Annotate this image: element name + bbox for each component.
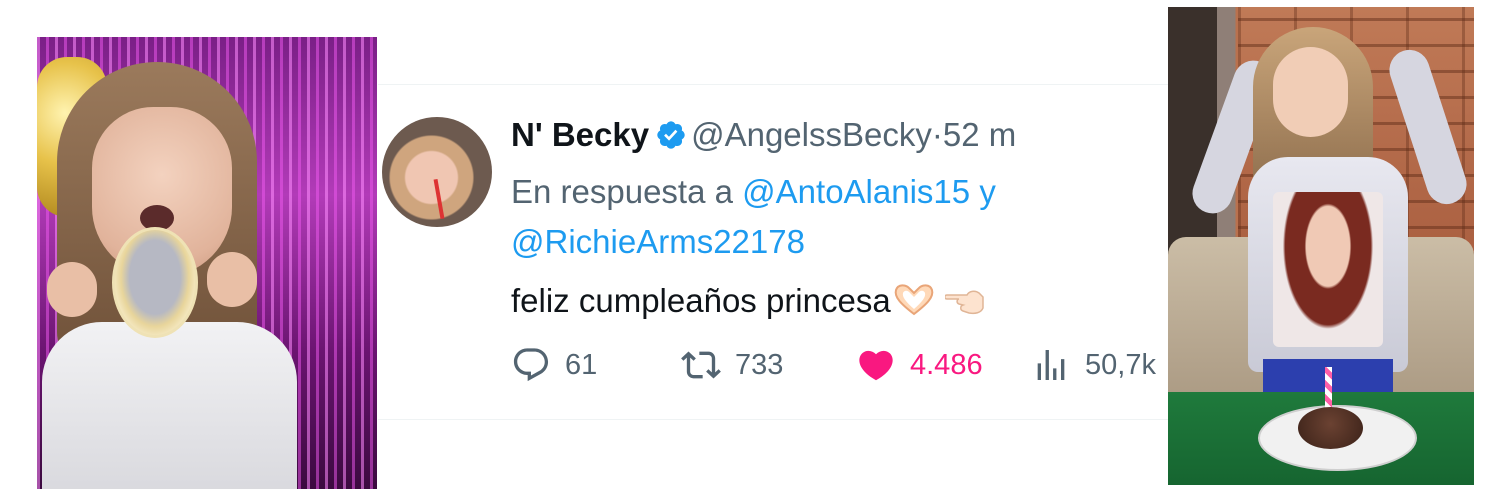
reply-count: 61 [565,348,598,381]
views-button[interactable]: 50,7k [1031,343,1156,387]
avatar[interactable] [382,117,492,227]
retweet-button[interactable]: 733 [681,343,783,387]
reply-mention-1[interactable]: @AntoAlanis15 [742,173,970,210]
reply-joiner: y [979,173,996,210]
retweet-icon [681,351,721,379]
user-handle[interactable]: @AngelssBecky [691,116,932,153]
tweet-actions: 61 733 4.486 50,7k [511,343,1171,387]
reply-prefix: En respuesta a [511,173,733,210]
heart-hands-emoji-icon [894,284,934,316]
reply-button[interactable]: 61 [511,343,597,387]
tweet-card[interactable]: N' Becky @AngelssBecky·52 m En respuesta… [378,84,1168,420]
timestamp[interactable]: 52 m [943,116,1016,153]
tweet-text: feliz cumpleaños princesa [511,281,985,321]
retweet-count: 733 [735,348,784,381]
reply-icon [513,348,549,382]
like-count: 4.486 [910,348,983,381]
views-icon [1037,350,1065,380]
display-name[interactable]: N' Becky [511,116,649,153]
photo-right-girl-with-cake [1168,7,1474,485]
heart-icon [859,350,893,381]
separator-dot: · [931,116,943,153]
verified-badge-icon [657,121,685,149]
reply-mention-2[interactable]: @RichieArms22178 [511,223,805,260]
tweet-text-body: feliz cumpleaños princesa [511,282,891,319]
tweet-header: N' Becky @AngelssBecky·52 m [511,115,1016,155]
views-count: 50,7k [1085,348,1156,381]
reply-context: En respuesta a @AntoAlanis15 y @RichieAr… [511,167,1151,267]
pointing-left-emoji-icon [944,290,984,315]
like-button[interactable]: 4.486 [856,343,983,387]
photo-left-girl-with-cookie [37,37,377,489]
